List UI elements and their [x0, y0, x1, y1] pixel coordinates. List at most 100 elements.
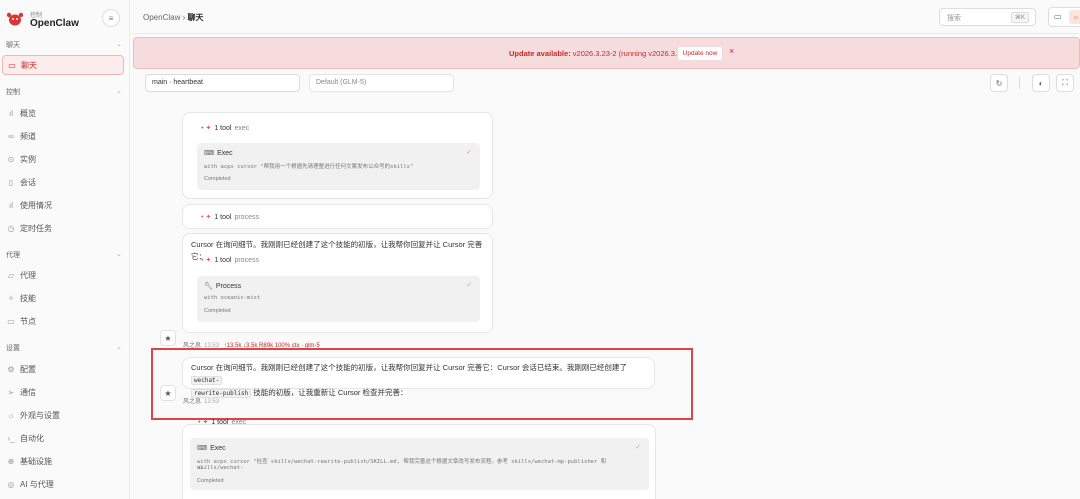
sidebar-item-label: AI 与代理 — [20, 479, 54, 489]
sidebar-item-label: 实例 — [20, 154, 36, 164]
document-icon: ▯ — [8, 177, 14, 187]
search-placeholder: 搜索 — [947, 15, 961, 22]
section-agents[interactable]: 代理 ⌄ — [6, 250, 124, 264]
star-icon: ★ — [164, 333, 172, 343]
sidebar-item-channels[interactable]: ∞ 频道 — [2, 126, 124, 146]
robot-icon: ◎ — [7, 479, 15, 489]
tool-count: 1 tool — [214, 125, 232, 132]
section-label: 聊天 — [6, 42, 20, 49]
sun-icon: ☼ — [7, 410, 15, 420]
sidebar-item-appearance[interactable]: ☼ 外观与设置 — [2, 405, 124, 425]
tool-call-box[interactable]: 🔧︎ Process with oceanic-mist Completed ✓ — [197, 276, 480, 322]
link-icon: ∞ — [8, 131, 14, 141]
search-input[interactable]: 搜索 ⌘K — [939, 8, 1036, 26]
sidebar-item-communication[interactable]: ➢ 通信 — [2, 382, 124, 402]
sidebar-item-label: 概览 — [20, 108, 36, 118]
sidebar-item-label: 配置 — [20, 364, 36, 374]
tool-call-command: with acpx cursor "检查 skills/wechat-rewri… — [197, 459, 607, 471]
tool-call-status: Completed — [204, 176, 231, 182]
assistant-message-card: Cursor 在询问细节。我刚刚已经创建了这个技能的初版，让我帮你回复并让 Cu… — [182, 233, 493, 333]
sidebar-item-skills[interactable]: ✧ 技能 — [2, 288, 124, 308]
sidebar-item-automation[interactable]: ›_ 自动化 — [2, 428, 124, 448]
tool-call-command-overflow: a… — [197, 465, 204, 471]
session-select[interactable]: main · heartbeat — [145, 74, 300, 92]
tool-call-title-text: Process — [215, 283, 242, 290]
sparkle-icon: ✦ — [205, 125, 212, 132]
focus-button[interactable]: ⛶ — [1056, 74, 1074, 92]
section-chat[interactable]: 聊天 ⌄ — [6, 40, 124, 54]
tool-call-title: ⌨ Exec — [204, 149, 233, 157]
sparkle-icon: ✦ — [205, 257, 212, 264]
sidebar-collapse-button[interactable]: ≡ — [102, 9, 120, 27]
sidebar-item-label: 频道 — [20, 131, 36, 141]
sidebar-item-chat[interactable]: ▭ 聊天 — [2, 55, 124, 75]
close-icon[interactable]: × — [729, 46, 734, 56]
breadcrumb-current: 聊天 — [187, 13, 204, 22]
sidebar-item-infrastructure[interactable]: ⊕ 基础设施 — [2, 451, 124, 471]
chevron-down-icon: ⌄ — [116, 251, 122, 258]
broadcast-icon: ⊙ — [7, 154, 15, 164]
sidebar-item-label: 基础设施 — [20, 456, 52, 466]
sidebar-item-config[interactable]: ⚙ 配置 — [2, 359, 124, 379]
terminal-icon: ›_ — [7, 433, 15, 443]
breadcrumb-root[interactable]: OpenClaw — [143, 13, 180, 22]
tool-summary-row[interactable]: • ✦ 1 tool process — [201, 256, 259, 264]
tool-count: 1 tool — [214, 257, 232, 264]
top-header: OpenClaw › 聊天 搜索 ⌘K ▭ ☼ — [130, 0, 1080, 34]
sidebar-item-label: 定时任务 — [20, 223, 52, 233]
assistant-message-card: • ✦ 1 tool process — [182, 204, 493, 229]
folder-icon: ▱ — [7, 270, 15, 280]
assistant-message-card: ⌨ Exec with acpx cursor "检查 skills/wechat… — [182, 424, 656, 499]
chevron-down-icon: ⌄ — [116, 41, 122, 48]
tool-kind: exec — [234, 125, 250, 132]
wrench-icon: 🔧︎ — [204, 283, 213, 290]
expand-icon: ⛶ — [1062, 78, 1068, 87]
sidebar-item-label: 代理 — [20, 270, 36, 280]
tool-kind: process — [234, 257, 259, 264]
section-control[interactable]: 控制 ⌄ — [6, 87, 124, 101]
update-now-button[interactable]: Update now — [677, 46, 723, 61]
sidebar-item-cron[interactable]: ◷ 定时任务 — [2, 218, 124, 238]
bar-chart-icon: ıl — [9, 108, 13, 118]
section-label: 代理 — [6, 252, 20, 259]
send-icon: ➢ — [7, 387, 15, 397]
tool-call-box[interactable]: ⌨ Exec with acpx cursor "检查 skills/wechat… — [190, 438, 649, 490]
tool-call-title-text: Exec — [217, 150, 233, 157]
thinking-toggle-button[interactable]: ◐ — [1032, 74, 1050, 92]
sidebar-item-nodes[interactable]: ▭ 节点 — [2, 311, 124, 331]
sidebar-item-label: 技能 — [20, 293, 36, 303]
sidebar-item-sessions[interactable]: ▯ 会话 — [2, 172, 124, 192]
tool-call-title: 🔧︎ Process — [204, 282, 241, 290]
check-icon: ✓ — [466, 282, 472, 289]
tool-summary-row[interactable]: • ✦ 1 tool process — [201, 213, 259, 221]
sidebar-item-ai-agents[interactable]: ◎ AI 与代理 — [2, 474, 124, 494]
sidebar-item-label: 通信 — [20, 387, 36, 397]
refresh-button[interactable]: ↻ — [990, 74, 1008, 92]
tool-call-command: with acpx cursor "帮我用一个根据先清理整进行任何文案发布公众号… — [204, 164, 414, 170]
monitor-icon[interactable]: ▭ — [1054, 12, 1062, 21]
sidebar-item-label: 外观与设置 — [20, 410, 60, 420]
tool-call-command: with oceanic-mist — [204, 295, 261, 301]
section-label: 设置 — [6, 345, 20, 352]
globe-icon: ⊕ — [7, 456, 15, 466]
sun-icon[interactable]: ☼ — [1069, 10, 1080, 24]
check-icon: ✓ — [635, 444, 641, 451]
tool-summary-row[interactable]: • ✦ 1 tool exec — [201, 124, 249, 132]
clock-icon: ◷ — [7, 223, 15, 233]
sparkle-icon: ✦ — [205, 214, 212, 221]
toolbar-divider — [1019, 77, 1020, 89]
terminal-icon: ⌨ — [197, 445, 208, 452]
model-select[interactable]: Default (GLM-5) — [309, 74, 454, 92]
sidebar-item-agents[interactable]: ▱ 代理 — [2, 265, 124, 285]
sidebar-item-instances[interactable]: ⊙ 实例 — [2, 149, 124, 169]
sidebar-item-label: 自动化 — [20, 433, 44, 443]
menu-icon: ≡ — [108, 13, 114, 23]
sidebar-item-usage[interactable]: ıl 使用情况 — [2, 195, 124, 215]
view-toggle[interactable]: ▭ ☼ — [1048, 7, 1080, 27]
tool-call-box[interactable]: ⌨ Exec with acpx cursor "帮我用一个根据先清理整进行任何文… — [197, 143, 480, 190]
chat-icon: ▭ — [8, 60, 16, 70]
section-settings[interactable]: 设置 ⌄ — [6, 343, 124, 357]
bullet-icon: • — [201, 125, 204, 132]
sidebar-item-overview[interactable]: ıl 概览 — [2, 103, 124, 123]
tool-call-title: ⌨ Exec — [197, 444, 226, 452]
